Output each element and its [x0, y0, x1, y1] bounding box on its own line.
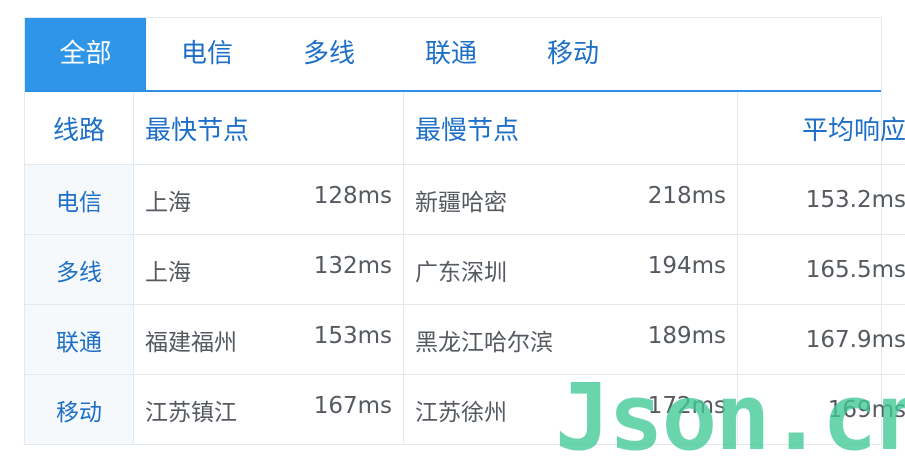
slowest-cell: 江苏徐州 172ms — [404, 375, 738, 445]
tab-all[interactable]: 全部 — [25, 18, 146, 90]
route-name: 移动 — [25, 375, 134, 445]
slowest-cell: 黑龙江哈尔滨 189ms — [404, 305, 738, 375]
fastest-ms: 128ms — [314, 183, 392, 217]
response-time-table: 线路 最快节点 最慢节点 平均响应 电信 上海 128ms 新疆哈密 218ms 1… — [25, 92, 905, 444]
header-slowest-node: 最慢节点 — [404, 92, 738, 165]
fastest-ms: 167ms — [314, 393, 392, 427]
fastest-cell: 江苏镇江 167ms — [134, 375, 404, 445]
route-name: 电信 — [25, 165, 134, 235]
slowest-node: 黑龙江哈尔滨 — [415, 323, 553, 357]
fastest-node: 江苏镇江 — [145, 393, 237, 427]
fastest-node: 上海 — [145, 253, 191, 287]
tab-unicom[interactable]: 联通 — [390, 18, 512, 90]
table-row: 移动 江苏镇江 167ms 江苏徐州 172ms 169ms — [25, 375, 905, 445]
slowest-ms: 218ms — [648, 183, 726, 217]
slowest-ms: 194ms — [648, 253, 726, 287]
table-row: 多线 上海 132ms 广东深圳 194ms 165.5ms — [25, 235, 905, 305]
slowest-node: 广东深圳 — [415, 253, 507, 287]
tab-mobile[interactable]: 移动 — [512, 18, 634, 90]
slowest-ms: 189ms — [648, 323, 726, 357]
fastest-ms: 132ms — [314, 253, 392, 287]
table-header-row: 线路 最快节点 最慢节点 平均响应 — [25, 92, 905, 165]
fastest-cell: 上海 128ms — [134, 165, 404, 235]
slowest-cell: 广东深圳 194ms — [404, 235, 738, 305]
isp-tab-bar: 全部 电信 多线 联通 移动 — [25, 18, 881, 92]
slowest-node: 江苏徐州 — [415, 393, 507, 427]
fastest-cell: 福建福州 153ms — [134, 305, 404, 375]
average-ms: 165.5ms — [738, 235, 905, 305]
header-line: 线路 — [25, 92, 134, 165]
slowest-node: 新疆哈密 — [415, 183, 507, 217]
table-row: 电信 上海 128ms 新疆哈密 218ms 153.2ms — [25, 165, 905, 235]
average-ms: 153.2ms — [738, 165, 905, 235]
route-name: 联通 — [25, 305, 134, 375]
fastest-cell: 上海 132ms — [134, 235, 404, 305]
header-fastest-node: 最快节点 — [134, 92, 404, 165]
header-average-response: 平均响应 — [738, 92, 905, 165]
fastest-node: 福建福州 — [145, 323, 237, 357]
average-ms: 169ms — [738, 375, 905, 445]
speed-test-panel: 全部 电信 多线 联通 移动 线路 最快节点 最慢节点 平均响应 电信 上海12… — [24, 17, 882, 445]
slowest-ms: 172ms — [648, 393, 726, 427]
tab-telecom[interactable]: 电信 — [146, 18, 268, 90]
fastest-node: 上海 — [145, 183, 191, 217]
average-ms: 167.9ms — [738, 305, 905, 375]
slowest-cell: 新疆哈密 218ms — [404, 165, 738, 235]
route-name: 多线 — [25, 235, 134, 305]
table-row: 联通 福建福州 153ms 黑龙江哈尔滨 189ms 167.9ms — [25, 305, 905, 375]
tab-multiline[interactable]: 多线 — [268, 18, 390, 90]
fastest-ms: 153ms — [314, 323, 392, 357]
